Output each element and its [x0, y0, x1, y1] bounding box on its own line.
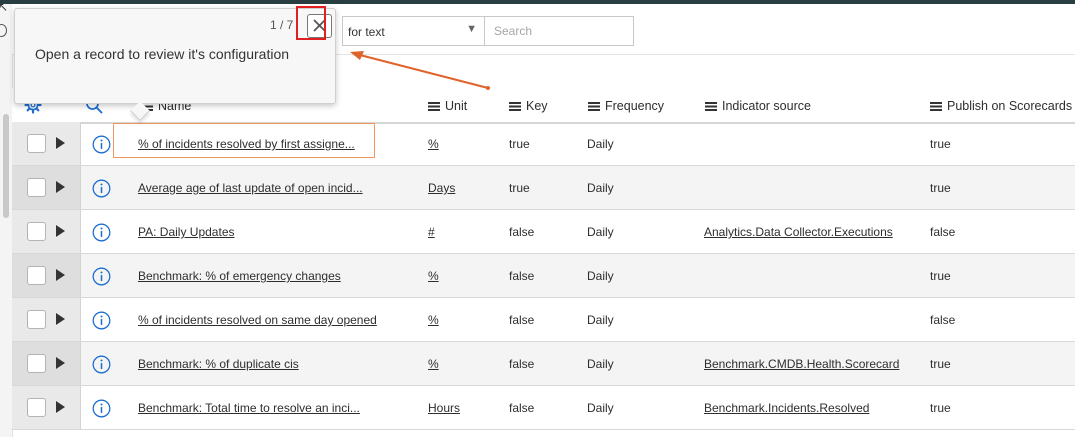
- annotation-arrow-icon: [350, 51, 490, 90]
